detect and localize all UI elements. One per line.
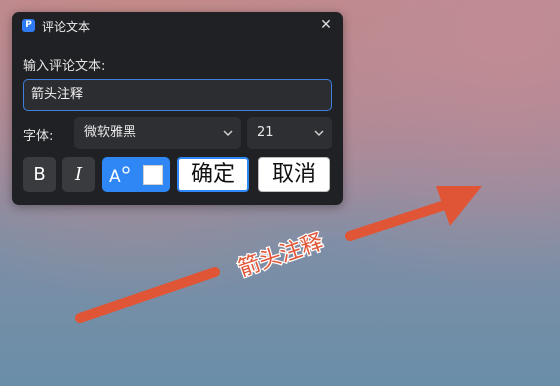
close-button[interactable]: ✕	[318, 17, 334, 33]
text-color-swatch	[143, 165, 163, 185]
ok-button[interactable]: 确定	[177, 157, 249, 192]
dialog-title: 评论文本	[42, 20, 91, 34]
font-size-select[interactable]: 21	[247, 117, 332, 149]
comment-text-dialog: P 评论文本 ✕ 输入评论文本: 箭头注释 字体: 微软雅黑 21 B I A …	[12, 12, 343, 205]
font-family-value: 微软雅黑	[84, 125, 137, 140]
cancel-button[interactable]: 取消	[258, 157, 330, 192]
font-family-select[interactable]: 微软雅黑	[74, 117, 241, 149]
font-label: 字体:	[23, 129, 54, 144]
dialog-titlebar: P 评论文本 ✕	[12, 12, 343, 40]
text-color-icon: A	[109, 166, 130, 185]
input-label: 输入评论文本:	[23, 59, 106, 74]
comment-text-input[interactable]: 箭头注释	[23, 79, 332, 111]
arrow-annotation-text[interactable]: 箭头注释	[234, 228, 328, 283]
text-color-button[interactable]: A	[102, 157, 170, 192]
chevron-down-icon	[223, 130, 233, 137]
font-size-value: 21	[257, 125, 274, 140]
arrow-shaft-upper	[345, 200, 450, 241]
arrow-shaft-lower	[75, 267, 220, 323]
chevron-down-icon	[314, 130, 324, 137]
svg-text:A: A	[109, 167, 121, 185]
bold-button[interactable]: B	[23, 157, 56, 192]
italic-button[interactable]: I	[62, 157, 95, 192]
app-icon: P	[22, 19, 35, 32]
